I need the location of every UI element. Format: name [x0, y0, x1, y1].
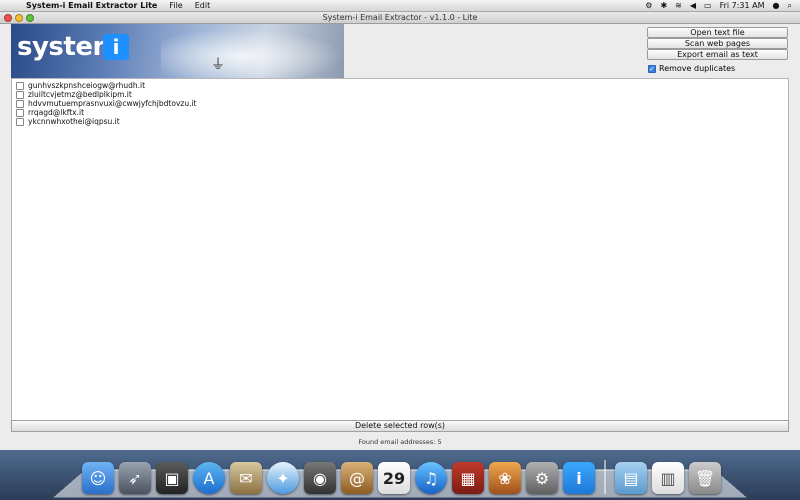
export-email-button[interactable]: Export email as text [647, 49, 788, 60]
volume-icon[interactable]: ◀ [690, 1, 696, 10]
wifi-icon[interactable]: ≋ [675, 1, 682, 10]
bluetooth-icon[interactable]: ✱ [660, 1, 667, 10]
launchpad-icon[interactable]: ➶ [119, 462, 151, 494]
app-store-icon[interactable]: A [193, 462, 225, 494]
iphoto-icon[interactable]: ❀ [489, 462, 521, 494]
email-address: hdvvmutuemprasnvuxi@cwwjyfchjbdtovzu.it [28, 99, 197, 108]
email-address: rrqagd@lkftx.it [28, 108, 85, 117]
list-item[interactable]: rrqagd@lkftx.it [12, 108, 788, 117]
calendar-icon[interactable]: 29 [378, 462, 410, 494]
email-list[interactable]: gunhvszkpnshceiogw@rhudh.it zluiltcvjetm… [11, 78, 789, 432]
itunes-icon[interactable]: ♫ [415, 462, 447, 494]
menu-bar: System-i Email Extractor Lite File Edit … [0, 0, 800, 12]
delete-selected-button[interactable]: Delete selected row(s) [11, 420, 789, 432]
settings-icon[interactable]: ⚙ [645, 1, 652, 10]
row-checkbox[interactable] [16, 99, 24, 108]
open-text-file-button[interactable]: Open text file [647, 27, 788, 38]
row-checkbox[interactable] [16, 81, 24, 90]
minimize-button[interactable] [15, 14, 23, 22]
facetime-icon[interactable]: ◉ [304, 462, 336, 494]
app-window: System-i Email Extractor - v1.1.0 - Lite… [0, 12, 800, 450]
dock: ☺ ➶ ▣ A ✉ ✦ ◉ @ 29 ♫ ▦ ❀ ⚙ i ▤ ▥ 🗑 [82, 454, 721, 494]
status-text: Found email addresses: 5 [358, 438, 442, 446]
banner-image: system i ⏚ [11, 24, 344, 78]
finder-icon[interactable]: ☺ [82, 462, 114, 494]
list-item[interactable]: ykcnnwhxothei@iqpsu.it [12, 117, 788, 126]
remove-duplicates-option[interactable]: ✓ Remove duplicates [648, 64, 735, 73]
scan-web-pages-button[interactable]: Scan web pages [647, 38, 788, 49]
spotlight-icon[interactable]: ⌕ [788, 1, 792, 11]
folder-icon[interactable]: ▤ [615, 462, 647, 494]
window-controls [4, 14, 34, 22]
row-checkbox[interactable] [16, 90, 24, 99]
usb-icon: ⏚ [211, 57, 225, 73]
mail-icon[interactable]: ✉ [230, 462, 262, 494]
email-address: ykcnnwhxothei@iqpsu.it [28, 117, 120, 126]
photo-booth-icon[interactable]: ▣ [156, 462, 188, 494]
remove-duplicates-checkbox[interactable]: ✓ [648, 64, 656, 73]
clock[interactable]: Fri 7:31 AM [720, 1, 765, 10]
title-bar[interactable]: System-i Email Extractor - v1.1.0 - Lite [0, 12, 800, 24]
close-button[interactable] [4, 14, 12, 22]
document-icon[interactable]: ▥ [652, 462, 684, 494]
photo-icon[interactable]: ▦ [452, 462, 484, 494]
trash-icon[interactable]: 🗑 [689, 462, 721, 494]
menu-app-name[interactable]: System-i Email Extractor Lite [24, 1, 163, 10]
menu-edit[interactable]: Edit [189, 1, 217, 10]
action-buttons: Open text file Scan web pages Export ema… [647, 27, 788, 60]
email-address: gunhvszkpnshceiogw@rhudh.it [28, 81, 146, 90]
menu-file[interactable]: File [163, 1, 188, 10]
safari-icon[interactable]: ✦ [267, 462, 299, 494]
user-icon[interactable]: ● [773, 1, 780, 10]
system-preferences-icon[interactable]: ⚙ [526, 462, 558, 494]
battery-icon[interactable]: ▭ [704, 1, 712, 10]
list-item[interactable]: hdvvmutuemprasnvuxi@cwwjyfchjbdtovzu.it [12, 99, 788, 108]
list-item[interactable]: gunhvszkpnshceiogw@rhudh.it [12, 81, 788, 90]
dock-separator [604, 460, 606, 494]
email-address: zluiltcvjetmz@bedlplkipm.it [28, 90, 132, 99]
usb-cable-graphic [161, 24, 344, 78]
status-area: ⚙ ✱ ≋ ◀ ▭ Fri 7:31 AM ● ⌕ [645, 1, 800, 11]
logo-i-icon: i [103, 34, 129, 60]
zoom-button[interactable] [26, 14, 34, 22]
row-checkbox[interactable] [16, 108, 24, 117]
remove-duplicates-label: Remove duplicates [659, 64, 736, 73]
list-item[interactable]: zluiltcvjetmz@bedlplkipm.it [12, 90, 788, 99]
address-book-icon[interactable]: @ [341, 462, 373, 494]
window-title: System-i Email Extractor - v1.1.0 - Lite [322, 13, 478, 22]
system-i-icon[interactable]: i [563, 462, 595, 494]
row-checkbox[interactable] [16, 117, 24, 126]
